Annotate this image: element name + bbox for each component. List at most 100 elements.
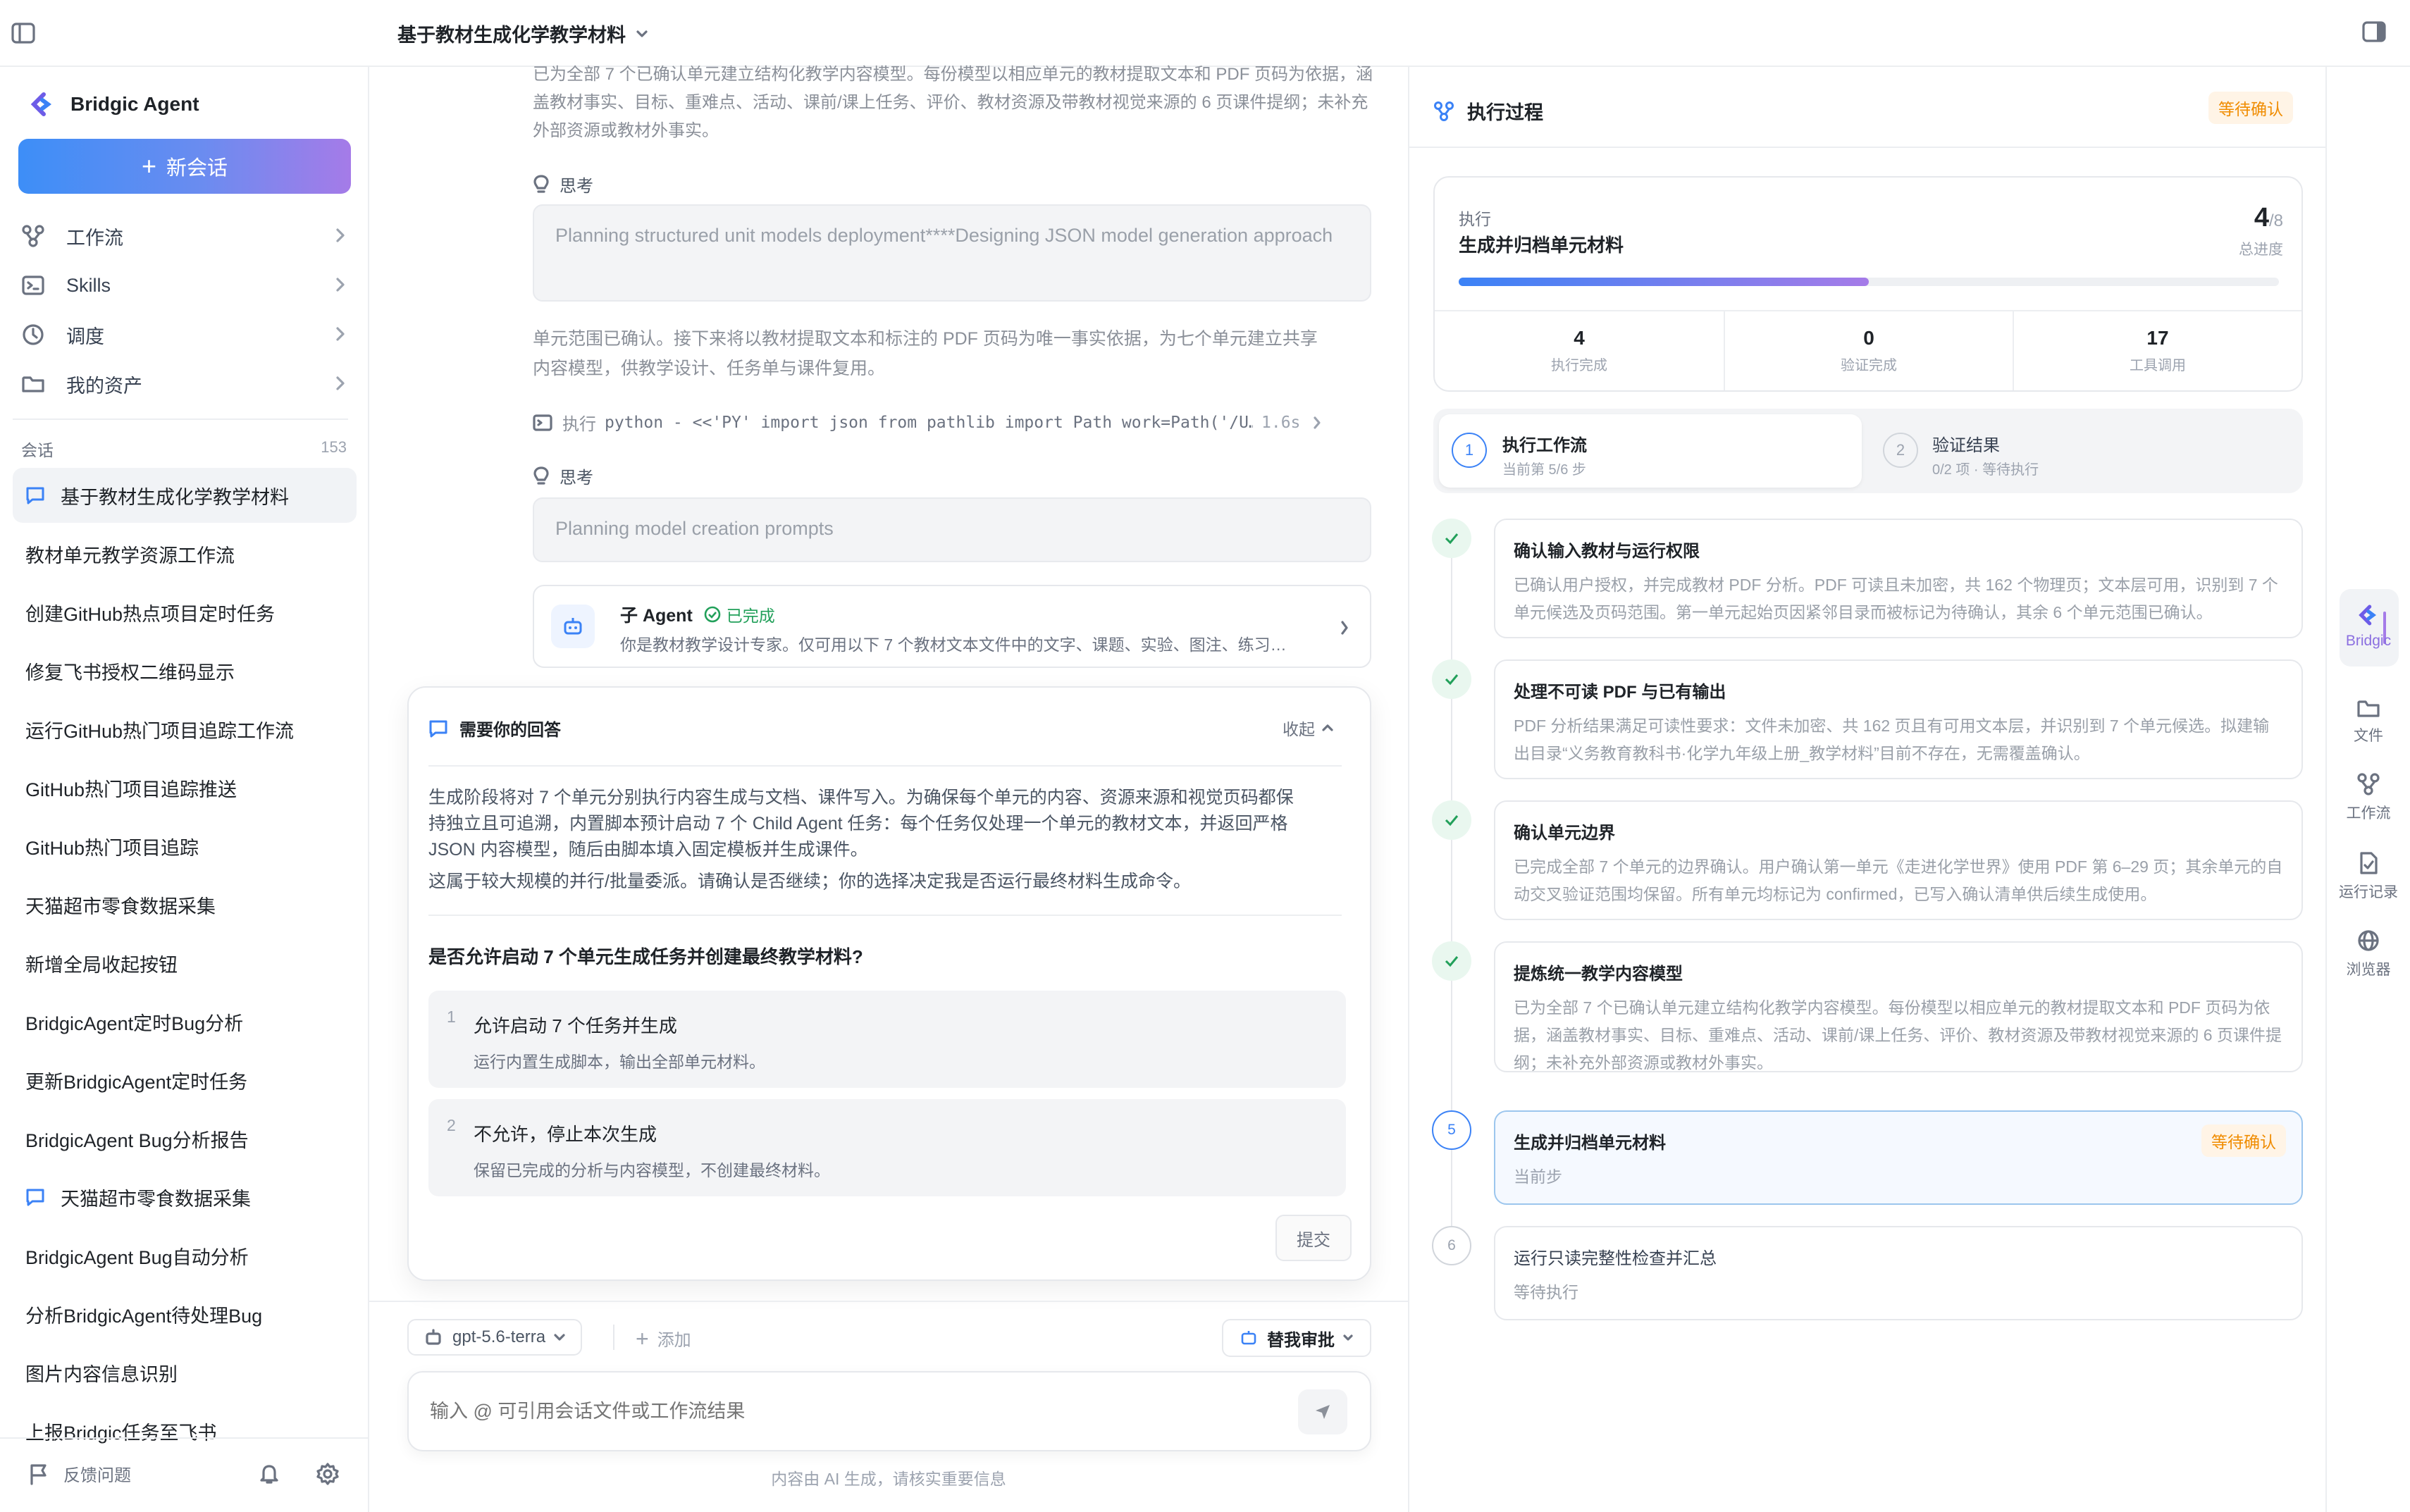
settings-gear-icon[interactable] bbox=[316, 1462, 340, 1486]
stat-value: 17 bbox=[2146, 327, 2169, 349]
rail-item-browser[interactable]: 浏览器 bbox=[2337, 929, 2400, 979]
ask-body-line: 这属于较大规模的并行/批量委派。请确认是否继续；你的选择决定我是否运行最终材料生… bbox=[428, 872, 1191, 891]
model-selector[interactable]: gpt-5.6-terra bbox=[407, 1319, 583, 1356]
collapse-button[interactable]: 收起 bbox=[1283, 716, 1333, 740]
progress-track bbox=[1459, 278, 2279, 286]
chevron-right-icon bbox=[336, 376, 345, 390]
rail-item-bridgic[interactable]: Bridgic bbox=[2337, 603, 2400, 650]
conversation-item[interactable]: 修复飞书授权二维码显示 bbox=[13, 643, 357, 698]
step-card-5[interactable]: 生成并归档单元材料 当前步 等待确认 bbox=[1494, 1110, 2303, 1205]
think-header[interactable]: 思考 bbox=[533, 464, 593, 488]
tab-subtitle: 0/2 项 · 等待执行 bbox=[1932, 462, 2039, 478]
new-chat-button[interactable]: + 新会话 bbox=[18, 139, 351, 194]
conversation-item[interactable]: 图片内容信息识别 bbox=[13, 1345, 357, 1400]
ask-title: 需要你的回答 bbox=[459, 721, 561, 740]
add-attachment-button[interactable]: + 添加 bbox=[636, 1326, 691, 1351]
ai-disclaimer: 内容由 AI 生成，请核实重要信息 bbox=[771, 1470, 1006, 1488]
conversation-item[interactable]: BridgicAgent Bug自动分析 bbox=[13, 1228, 357, 1283]
stat-label: 执行完成 bbox=[1551, 358, 1607, 373]
conversation-item[interactable]: 上报Bridgic任务至飞书 bbox=[13, 1403, 357, 1458]
approval-mode-selector[interactable]: 替我审批 bbox=[1222, 1319, 1371, 1357]
rail-item-run-records[interactable]: 运行记录 bbox=[2337, 851, 2400, 902]
conversation-label: BridgicAgent Bug分析报告 bbox=[25, 1129, 249, 1151]
sidebar-nav-workflow[interactable]: 工作流 bbox=[21, 215, 345, 257]
conversation-item[interactable]: 创建GitHub热点项目定时任务 bbox=[13, 585, 357, 640]
conversation-item[interactable]: 天猫超市零食数据采集 bbox=[13, 877, 357, 932]
submit-button[interactable]: 提交 bbox=[1275, 1215, 1352, 1261]
step-title: 处理不可读 PDF 与已有输出 bbox=[1514, 683, 1726, 702]
conversation-item[interactable]: BridgicAgent Bug分析报告 bbox=[13, 1111, 357, 1166]
rail-item-workflow[interactable]: 工作流 bbox=[2337, 772, 2400, 823]
conversation-item[interactable]: GitHub热门项目追踪推送 bbox=[13, 760, 357, 815]
step-description: 已为全部 7 个已确认单元建立结构化教学内容模型。每份模型以相应单元的教材提取文… bbox=[1514, 998, 2282, 1072]
option-title: 允许启动 7 个任务并生成 bbox=[474, 1015, 677, 1036]
sidebar-nav-skills[interactable]: Skills bbox=[21, 264, 345, 306]
subagent-status: 已完成 bbox=[726, 607, 775, 625]
tab-verify-results[interactable]: 2 验证结果 0/2 项 · 等待执行 bbox=[1870, 414, 2293, 488]
conversation-label: 图片内容信息识别 bbox=[25, 1363, 178, 1385]
panel-title: 执行过程 bbox=[1467, 102, 1543, 123]
subagent-card[interactable]: 子 Agent 已完成 你是教材教学设计专家。仅可用以下 7 个教材文本文件中的… bbox=[533, 585, 1371, 668]
conversation-item[interactable]: 分析BridgicAgent待处理Bug bbox=[13, 1287, 357, 1341]
stat-tool-calls: 17 工具调用 bbox=[2014, 311, 2301, 390]
bell-icon[interactable] bbox=[259, 1463, 280, 1485]
clock-icon bbox=[23, 324, 44, 345]
phase-tabs: 1 执行工作流 当前第 5/6 步 2 验证结果 0/2 项 · 等待执行 bbox=[1433, 409, 2303, 493]
conversation-label: 天猫超市零食数据采集 bbox=[61, 1188, 251, 1210]
feedback-label: 反馈问题 bbox=[63, 1466, 131, 1485]
chat-bubble-icon bbox=[25, 1188, 45, 1206]
step-card-6[interactable]: 运行只读完整性检查并汇总 等待执行 bbox=[1494, 1226, 2303, 1320]
conversation-item[interactable]: 天猫超市零食数据采集 bbox=[13, 1170, 357, 1225]
tab-execute-workflow[interactable]: 1 执行工作流 当前第 5/6 步 bbox=[1439, 414, 1862, 488]
workflow-icon bbox=[1434, 101, 1454, 121]
sidebar-nav-schedule[interactable]: 调度 bbox=[21, 314, 345, 356]
sidebar-toggle-icon[interactable] bbox=[11, 23, 35, 44]
conversation-item[interactable]: 教材单元教学资源工作流 bbox=[13, 526, 357, 581]
conversation-title-dropdown[interactable]: 基于教材生成化学教学材料 bbox=[397, 20, 648, 47]
ask-option-1[interactable]: 1 允许启动 7 个任务并生成 运行内置生成脚本，输出全部单元材料。 bbox=[428, 991, 1346, 1088]
sidebar-nav-assets[interactable]: 我的资产 bbox=[21, 363, 345, 405]
conversation-item[interactable]: 运行GitHub热门项目追踪工作流 bbox=[13, 702, 357, 757]
step-card-1[interactable]: 确认输入教材与运行权限 已确认用户授权，并完成教材 PDF 分析。PDF 可读且… bbox=[1494, 519, 2303, 638]
progress-count: 4 bbox=[2254, 203, 2269, 233]
step-card-4[interactable]: 提炼统一教学内容模型 已为全部 7 个已确认单元建立结构化教学内容模型。每份模型… bbox=[1494, 941, 2303, 1072]
stat-label: 工具调用 bbox=[2130, 358, 2186, 373]
conversation-item[interactable]: GitHub热门项目追踪 bbox=[13, 819, 357, 874]
top-bar: 基于教材生成化学教学材料 bbox=[0, 0, 2410, 67]
approval-label: 替我审批 bbox=[1267, 1330, 1335, 1350]
send-button[interactable] bbox=[1298, 1389, 1347, 1434]
step-done-indicator bbox=[1432, 519, 1471, 558]
feedback-button[interactable]: 反馈问题 bbox=[28, 1461, 131, 1486]
ask-body-line: 持独立且可追溯，内置脚本预计启动 7 个 Child Agent 任务：每个任务… bbox=[428, 814, 1288, 834]
step-card-2[interactable]: 处理不可读 PDF 与已有输出 PDF 分析结果满足可读性要求：文件未加密、共 … bbox=[1494, 659, 2303, 779]
sidebar-nav-label: 调度 bbox=[66, 326, 104, 347]
progress-fill bbox=[1459, 278, 1869, 286]
ask-option-2[interactable]: 2 不允许，停止本次生成 保留已完成的分析与内容模型，不创建最终材料。 bbox=[428, 1099, 1346, 1196]
exec-tool-call[interactable]: 执行 python - <<'PY' import json from path… bbox=[533, 410, 1371, 435]
robot-icon bbox=[426, 1329, 441, 1345]
think-header[interactable]: 思考 bbox=[533, 172, 593, 197]
terminal-icon bbox=[533, 414, 552, 431]
rail-label: 工作流 bbox=[2346, 805, 2391, 822]
stat-verify-done: 0 验证完成 bbox=[1725, 311, 2013, 390]
panel-toggle-icon[interactable] bbox=[2362, 21, 2386, 42]
chevron-down-icon bbox=[636, 30, 648, 37]
step-number: 6 bbox=[1432, 1226, 1471, 1265]
step-status-badge: 等待确认 bbox=[2201, 1124, 2286, 1157]
conversation-item[interactable]: 更新BridgicAgent定时任务 bbox=[13, 1053, 357, 1108]
conversation-item[interactable]: BridgicAgent定时Bug分析 bbox=[13, 994, 357, 1049]
think-label: 思考 bbox=[560, 177, 593, 196]
timeline-line bbox=[1451, 547, 1452, 1257]
brand: Bridgic Agent bbox=[28, 90, 199, 118]
rail-item-files[interactable]: 文件 bbox=[2337, 698, 2400, 745]
exec-task: 生成并归档单元材料 bbox=[1459, 235, 1624, 256]
conversation-item[interactable]: 基于教材生成化学教学材料 bbox=[13, 468, 357, 523]
conversation-item[interactable]: 新增全局收起按钮 bbox=[13, 936, 357, 991]
step-title: 确认单元边界 bbox=[1514, 824, 1615, 843]
conversation-label: 修复飞书授权二维码显示 bbox=[25, 662, 235, 683]
step-description: 已确认用户授权，并完成教材 PDF 分析。PDF 可读且未加密，共 162 个物… bbox=[1514, 576, 2278, 621]
step-card-3[interactable]: 确认单元边界 已完成全部 7 个单元的边界确认。用户确认第一单元《走进化学世界》… bbox=[1494, 800, 2303, 920]
message-input[interactable] bbox=[430, 1394, 1261, 1429]
check-icon bbox=[1445, 674, 1459, 686]
tab-number: 2 bbox=[1883, 433, 1918, 468]
